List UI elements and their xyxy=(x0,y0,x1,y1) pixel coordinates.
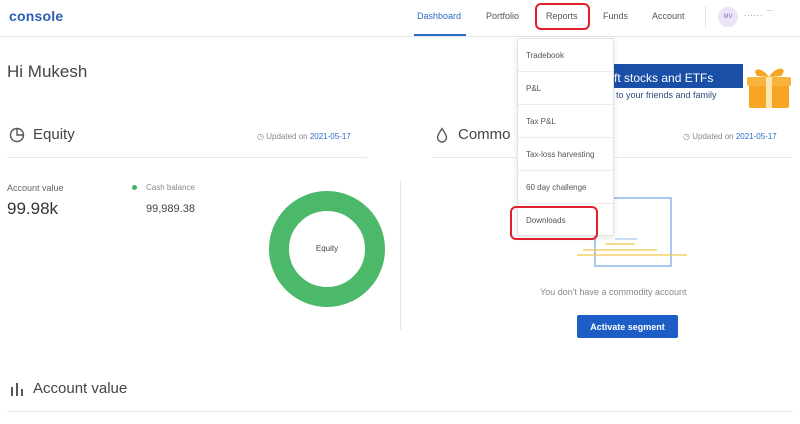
cash-legend-dot xyxy=(132,185,137,190)
menu-item-tradebook[interactable]: Tradebook xyxy=(518,39,613,72)
panel-divider xyxy=(400,180,401,330)
donut-center-label: Equity xyxy=(315,244,339,253)
nav-funds[interactable]: Funds xyxy=(603,11,628,21)
menu-item-tax-pnl[interactable]: Tax P&L xyxy=(518,105,613,138)
menu-item-downloads[interactable]: Downloads xyxy=(518,204,613,237)
nav-reports[interactable]: Reports xyxy=(546,11,578,21)
nav-divider xyxy=(705,6,706,28)
menu-item-60-day-challenge[interactable]: 60 day challenge xyxy=(518,171,613,204)
user-avatar[interactable]: MV xyxy=(718,7,738,27)
account-value-label: Account value xyxy=(7,183,64,193)
greeting-heading: Hi Mukesh xyxy=(7,62,88,81)
user-name[interactable]: ...... ¨¨ xyxy=(744,9,774,18)
banner-title: ft stocks and ETFs xyxy=(614,71,714,85)
gift-banner[interactable]: ft stocks and ETFs to your friends and f… xyxy=(600,60,800,110)
equity-updated-prefix: Updated on xyxy=(266,132,308,141)
commodity-updated: ◷ Updated on 2021-05-17 xyxy=(683,132,777,141)
cash-balance-value: 99,989.38 xyxy=(146,203,195,215)
gift-icon xyxy=(747,68,791,108)
account-value-heading: Account value xyxy=(9,380,127,397)
equity-updated-date: 2021-05-17 xyxy=(309,132,351,141)
commodity-title: Commo xyxy=(458,126,511,143)
console-logo[interactable]: console xyxy=(9,8,63,24)
activate-segment-button[interactable]: Activate segment xyxy=(577,315,678,338)
nav-account[interactable]: Account xyxy=(652,11,685,21)
account-value-divider xyxy=(7,411,793,412)
account-value-section-title: Account value xyxy=(33,380,128,397)
clock-icon: ◷ xyxy=(683,132,690,141)
reports-dropdown-menu: Tradebook P&L Tax P&L Tax-loss harvestin… xyxy=(517,38,614,236)
nav-portfolio[interactable]: Portfolio xyxy=(486,11,519,21)
equity-title: Equity xyxy=(33,126,75,143)
equity-heading: Equity xyxy=(9,126,75,143)
commodity-updated-prefix: Updated on xyxy=(692,132,734,141)
no-commodity-message: You don't have a commodity account xyxy=(540,287,687,297)
banner-strip: ft stocks and ETFs xyxy=(600,64,743,88)
commodity-heading: Commo xyxy=(434,126,511,143)
bar-chart-icon xyxy=(11,382,23,396)
equity-updated: ◷ Updated on 2021-05-17 xyxy=(257,132,351,141)
commodity-updated-date: 2021-05-17 xyxy=(735,132,777,141)
banner-subtitle: to your friends and family xyxy=(616,90,717,100)
top-navbar: console Dashboard Portfolio Reports Fund… xyxy=(0,0,800,37)
nav-dashboard[interactable]: Dashboard xyxy=(417,11,461,21)
pie-chart-icon xyxy=(9,127,25,142)
menu-item-pnl[interactable]: P&L xyxy=(518,72,613,105)
clock-icon: ◷ xyxy=(257,132,264,141)
menu-item-tax-loss-harvesting[interactable]: Tax-loss harvesting xyxy=(518,138,613,171)
cash-balance-label: Cash balance xyxy=(146,183,195,192)
active-tab-indicator xyxy=(414,34,466,36)
account-value: 99.98k xyxy=(7,199,59,218)
droplet-icon xyxy=(436,126,448,143)
equity-divider xyxy=(7,157,367,158)
